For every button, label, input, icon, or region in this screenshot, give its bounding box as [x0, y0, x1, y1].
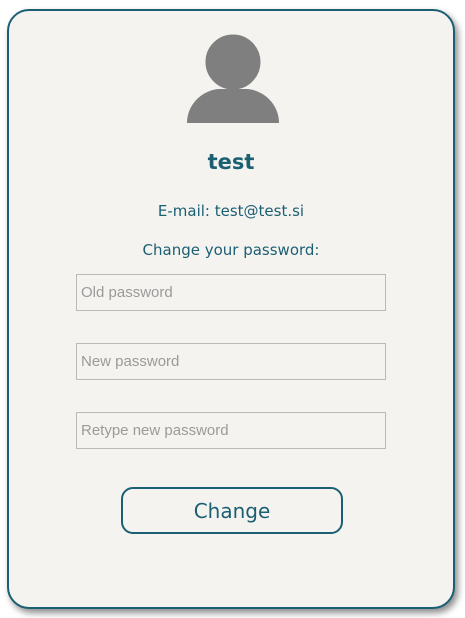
change-password-heading: Change your password: [142, 241, 320, 259]
email-text: E-mail: test@test.si [157, 202, 305, 220]
username-heading: test [207, 150, 255, 174]
retype-password-field[interactable] [76, 412, 386, 449]
change-password-button[interactable]: Change [121, 487, 343, 534]
old-password-field[interactable] [76, 274, 386, 311]
user-avatar-icon [187, 33, 279, 123]
profile-card: test E-mail: test@test.si Change your pa… [7, 9, 455, 609]
new-password-field[interactable] [76, 343, 386, 380]
